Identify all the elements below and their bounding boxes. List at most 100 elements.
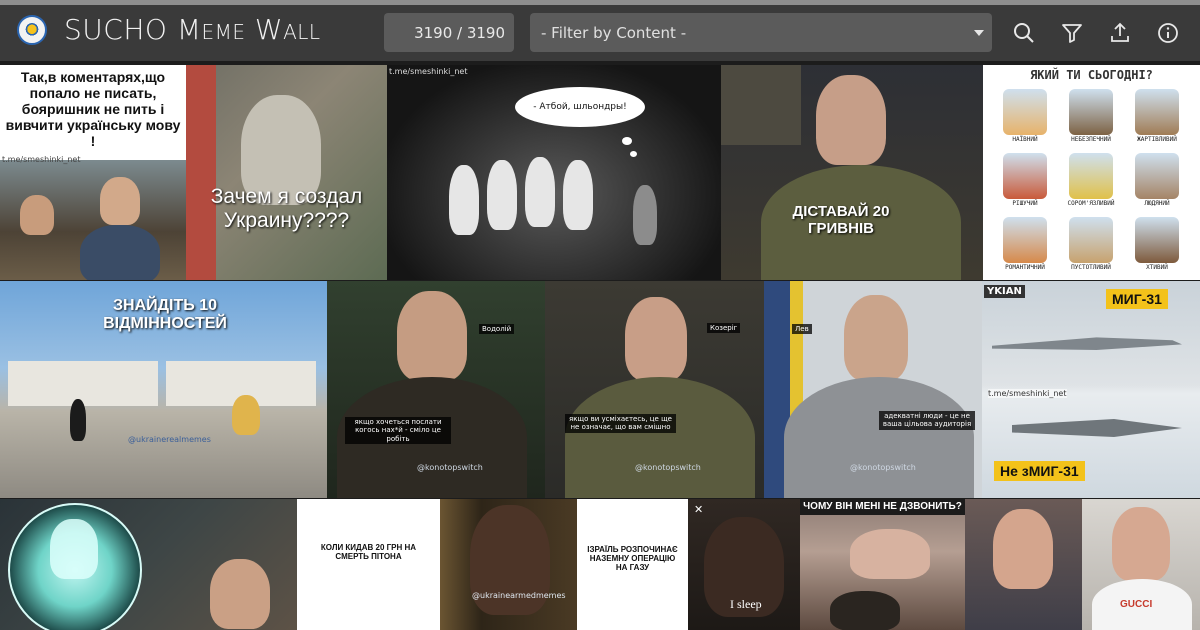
meme-figure: [397, 291, 467, 381]
meme-caption: I sleep: [730, 597, 762, 611]
meme-watermark: @ukrainearmedmemes: [472, 591, 566, 600]
mascot-label: ЛЮДЯНИЙ: [1144, 200, 1170, 207]
meme-caption: Так,в коментарях,що попало не писать, бо…: [5, 69, 181, 150]
meme-figure: [100, 177, 140, 225]
mascot-label: НЕБЕЗПЕЧНИЙ: [1071, 136, 1111, 143]
close-icon[interactable]: ✕: [694, 503, 703, 516]
meme-photo: [721, 65, 801, 145]
mascot-label: ЖАРТІВЛИВИЙ: [1137, 136, 1177, 143]
meme-watermark: @konotopswitch: [635, 463, 701, 472]
sucho-logo[interactable]: [17, 15, 47, 45]
meme-caption: ЧОМУ ВІН МЕНІ НЕ ДЗВОНИТЬ?: [803, 501, 962, 512]
zodiac-sign: Козеріг: [707, 323, 741, 334]
ballerina: [449, 165, 479, 235]
mascot-cell: РОМАНТИЧНИЙ: [997, 215, 1053, 275]
search-icon[interactable]: [1012, 21, 1036, 45]
capitol-building: [8, 361, 158, 406]
mascot-label: ХТИВИЙ: [1146, 264, 1168, 271]
meme-figure: [1112, 507, 1170, 581]
mascot-cell: ПУСТОТЛИВИЙ: [1063, 215, 1119, 275]
mascot-label: СОРОМ'ЯЗЛИВИЙ: [1067, 200, 1115, 207]
meme-figure: [50, 519, 98, 579]
crashed-jet: [1012, 419, 1182, 437]
meme-tile[interactable]: Козеріг якщо ви усміхаєтесь, це ще не оз…: [545, 281, 764, 498]
meme-watermark: t.me/smeshinki_net: [988, 389, 1067, 398]
meme-tile[interactable]: ΥΚΙΑΝ МИГ-31 t.me/smeshinki_net Не зМИГ-…: [982, 281, 1200, 498]
info-icon[interactable]: [1156, 21, 1180, 45]
meme-tile[interactable]: Так,в коментарях,що попало не писать, бо…: [0, 65, 186, 280]
meme-tile[interactable]: ✕ I sleep: [688, 499, 800, 630]
meme-photo: [186, 65, 216, 280]
meme-watermark: @ukrainerealmemes: [128, 435, 211, 444]
mascot-photo: [1069, 89, 1113, 135]
meme-figure: [20, 195, 54, 235]
upload-icon[interactable]: [1108, 21, 1132, 45]
cleaning-lady: [633, 185, 657, 245]
mascot-label: РОМАНТИЧНИЙ: [1005, 264, 1045, 271]
meme-figure: [784, 377, 974, 498]
ballerina: [563, 160, 593, 230]
meme-tile[interactable]: ЗНАЙДІТЬ 10 ВІДМІННОСТЕЙ @ukrainerealmem…: [0, 281, 327, 498]
mascot-cell: ЛЮДЯНИЙ: [1129, 151, 1185, 211]
meme-tile[interactable]: ДІСТАВАЙ 20 ГРИВНІВ: [721, 65, 983, 280]
zodiac-sign: Лев: [792, 324, 812, 335]
app-header: SUCHO Meme Wall 3190 / 3190 - Filter by …: [0, 5, 1200, 61]
meme-figure: [830, 591, 900, 630]
filter-placeholder: - Filter by Content -: [541, 23, 687, 42]
meme-figure: [993, 509, 1053, 589]
mascot-cell: НЕБЕЗПЕЧНИЙ: [1063, 87, 1119, 147]
meme-figure: [80, 225, 160, 280]
mascot-photo: [1069, 153, 1113, 199]
mascot-photo: [1003, 153, 1047, 199]
mascot-cell: НАЇВНИЙ: [997, 87, 1053, 147]
meme-tile[interactable]: Зачем я создал Украину????: [186, 65, 387, 280]
meme-tile[interactable]: t.me/smeshinki_net - Атбой, шльондры!: [387, 65, 721, 280]
meme-tile[interactable]: @ukrainearmedmemes: [440, 499, 577, 630]
meme-tile[interactable]: ЯКИЙ ТИ СЬОГОДНІ? НАЇВНИЙ НЕБЕЗПЕЧНИЙ ЖАРТ…: [983, 65, 1200, 280]
bubble-text: - Атбой, шльондры!: [533, 102, 627, 112]
meme-figure: [816, 75, 886, 165]
meme-caption: адекватні люди - це не ваша цільова ауди…: [879, 411, 975, 430]
bubble-dot: [630, 151, 637, 157]
mascot-cell: ХТИВИЙ: [1129, 215, 1185, 275]
meme-caption: ДІСТАВАЙ 20 ГРИВНІВ: [792, 203, 890, 238]
meme-figure: [850, 529, 930, 579]
meme-tile[interactable]: [965, 499, 1082, 630]
mascot-photo: [1069, 217, 1113, 263]
meme-grid: Так,в коментарях,що попало не писать, бо…: [0, 61, 1200, 630]
bubble-dot: [622, 137, 632, 145]
meme-figure: [70, 399, 86, 441]
app-title: SUCHO Meme Wall: [64, 13, 321, 46]
filter-icon[interactable]: [1060, 21, 1084, 45]
meme-caption-top: МИГ-31: [1106, 289, 1168, 309]
meme-title: ЯКИЙ ТИ СЬОГОДНІ?: [1030, 68, 1153, 82]
meme-tile[interactable]: Водолій якщо хочеться послати когось нах…: [327, 281, 545, 498]
meme-caption: якщо ви усміхаєтесь, це ще не означає, щ…: [565, 414, 676, 433]
zodiac-sign: Водолій: [479, 324, 515, 335]
meme-caption-bottom: Не зМИГ-31: [994, 461, 1085, 481]
meme-tile[interactable]: КОЛИ КИДАВ 20 ГРН НА СМЕРТЬ ПІТОНА: [297, 499, 440, 630]
meme-counter[interactable]: 3190 / 3190: [384, 13, 514, 52]
meme-caption: ЗНАЙДІТЬ 10 ВІДМІННОСТЕЙ: [103, 297, 227, 333]
meme-tile[interactable]: [0, 499, 297, 630]
meme-watermark: @konotopswitch: [417, 463, 483, 472]
mig-jet: [992, 337, 1182, 350]
meme-figure: [844, 295, 908, 381]
meme-tile[interactable]: ІЗРАЇЛЬ РОЗПОЧИНАЄ НАЗЕМНУ ОПЕРАЦІЮ НА Г…: [577, 499, 688, 630]
meme-tile[interactable]: GUCCI: [1082, 499, 1200, 630]
mascot-cell: ЖАРТІВЛИВИЙ: [1129, 87, 1185, 147]
ballerina: [525, 157, 555, 227]
mascot-photo: [1135, 89, 1179, 135]
meme-tile[interactable]: ЧОМУ ВІН МЕНІ НЕ ДЗВОНИТЬ?: [800, 499, 965, 630]
meme-figure: [565, 377, 755, 498]
shirt-text: GUCCI: [1120, 599, 1153, 610]
channel-logo: ΥΚΙΑΝ: [984, 285, 1025, 298]
mascot-photo: [1135, 217, 1179, 263]
content-filter-select[interactable]: - Filter by Content -: [530, 13, 992, 52]
mascot-label: НАЇВНИЙ: [1012, 136, 1038, 143]
meme-tile[interactable]: Лев адекватні люди - це не ваша цільова …: [764, 281, 982, 498]
meme-figure: [232, 395, 260, 435]
meme-figure: [210, 559, 270, 629]
chevron-down-icon: [974, 30, 984, 36]
title-first: SUCHO: [64, 13, 168, 46]
